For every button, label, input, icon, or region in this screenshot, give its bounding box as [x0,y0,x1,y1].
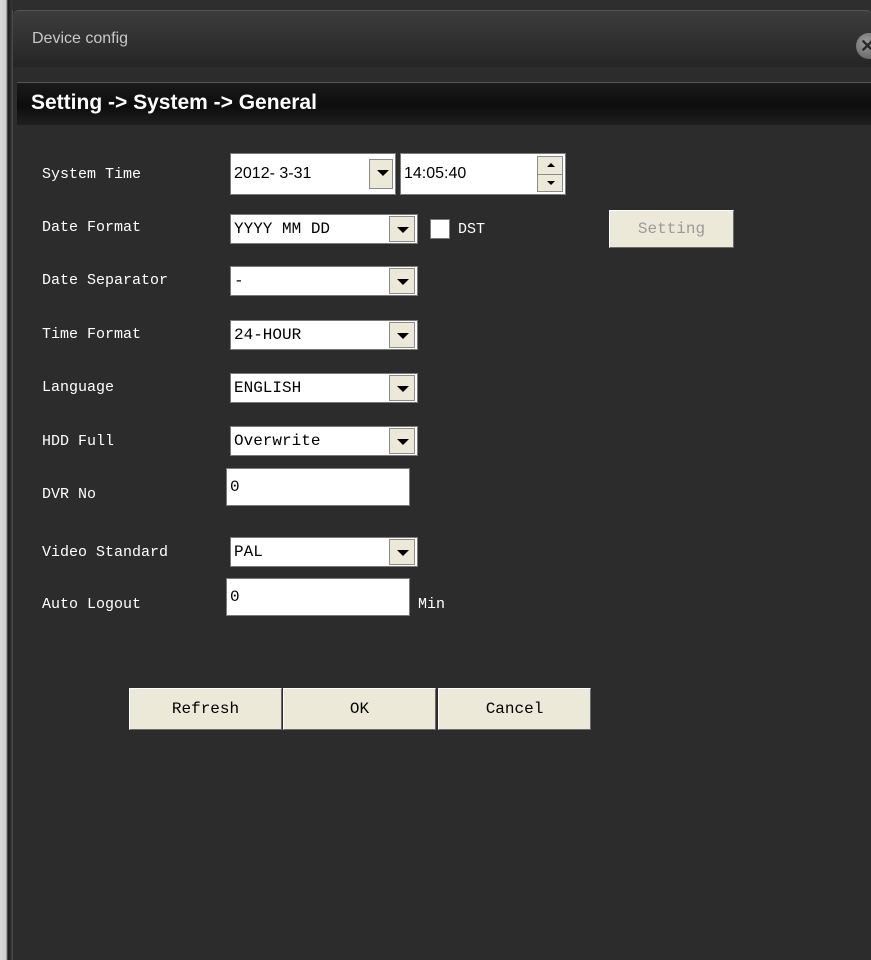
chevron-down-icon[interactable] [389,268,415,294]
dst-label: DST [458,221,486,238]
refresh-button[interactable]: Refresh [129,688,282,730]
date-separator-value: - [234,272,244,290]
ok-button[interactable]: OK [283,688,436,730]
hdd-full-value: Overwrite [234,432,321,450]
dst-setting-button[interactable]: Setting [609,210,734,248]
desktop-edge [0,0,12,960]
dvr-no-input[interactable]: 0 [226,468,410,506]
system-date-value: 2012- 3-31 [234,165,312,182]
date-format-label: Date Format [42,219,142,236]
auto-logout-unit: Min [418,596,446,613]
dst-checkbox[interactable] [430,219,450,239]
auto-logout-input[interactable]: 0 [226,578,410,616]
chevron-down-icon[interactable] [389,428,415,454]
auto-logout-value: 0 [230,588,240,606]
chevron-down-icon[interactable] [389,375,415,401]
video-standard-select[interactable]: PAL [230,537,418,567]
device-config-window: Device config ✕ Setting -> System -> Gen… [12,10,871,960]
chevron-down-icon[interactable] [369,159,393,189]
time-format-select[interactable]: 24-HOUR [230,320,418,350]
date-separator-select[interactable]: - [230,266,418,296]
system-time-label: System Time [42,166,142,183]
cancel-button[interactable]: Cancel [438,688,591,730]
auto-logout-label: Auto Logout [42,596,142,613]
system-time-value: 14:05:40 [404,165,467,182]
chevron-down-icon[interactable] [389,322,415,348]
breadcrumb: Setting -> System -> General [31,91,317,114]
spinner-arrows-icon[interactable] [537,156,563,192]
chevron-down-icon[interactable] [389,216,415,242]
date-format-value: YYYY MM DD [234,220,331,238]
system-date-picker[interactable]: 2012- 3-31 [230,153,396,195]
window-title: Device config [32,30,129,47]
system-time-input[interactable]: 14:05:40 [400,153,566,195]
language-select[interactable]: ENGLISH [230,373,418,403]
dvr-no-label: DVR No [42,486,97,503]
chevron-down-icon[interactable] [389,539,415,565]
time-format-label: Time Format [42,326,142,343]
language-value: ENGLISH [234,379,302,397]
language-label: Language [42,379,115,396]
video-standard-label: Video Standard [42,544,169,561]
title-bar[interactable]: Device config ✕ [13,10,871,67]
dvr-no-value: 0 [230,478,240,496]
date-format-select[interactable]: YYYY MM DD [230,214,418,244]
close-icon[interactable]: ✕ [856,33,871,59]
date-separator-label: Date Separator [42,272,169,289]
time-format-value: 24-HOUR [234,326,302,344]
hdd-full-select[interactable]: Overwrite [230,426,418,456]
video-standard-value: PAL [234,543,263,561]
breadcrumb-bar: Setting -> System -> General [17,82,871,125]
hdd-full-label: HDD Full [42,433,115,450]
